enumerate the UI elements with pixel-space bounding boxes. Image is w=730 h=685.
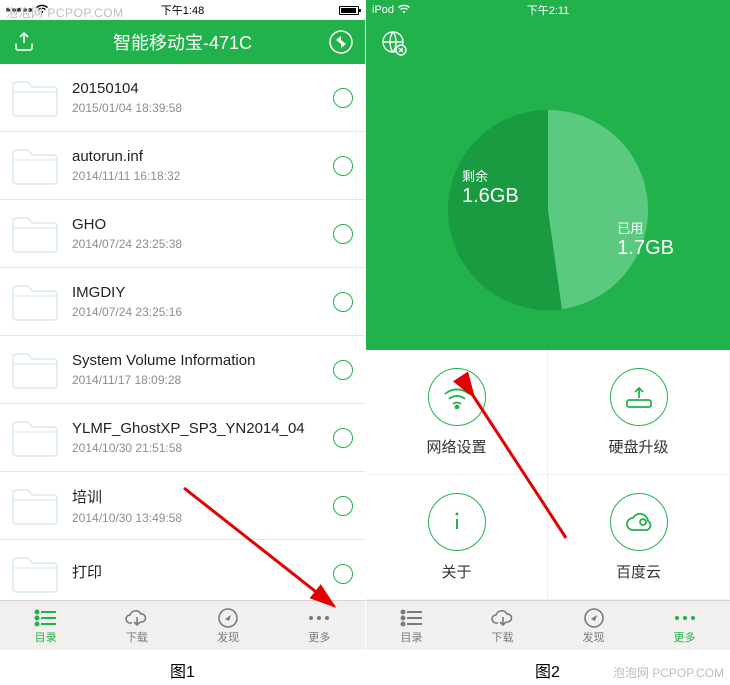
nav-bar: 智能移动宝-471C <box>0 20 365 64</box>
tab-bar: 目录 下载 发现 更多 <box>366 600 730 650</box>
watermark-bottom: 泡泡网 PCPOP.COM <box>613 664 724 681</box>
tab-label: 更多 <box>674 629 696 645</box>
free-space-label: 剩余 1.6GB <box>462 166 519 208</box>
screen-1: 下午1:48 智能移动宝-471C 20150104 2015/01/04 18… <box>0 0 365 650</box>
file-date: 2014/11/11 16:18:32 <box>72 169 333 183</box>
tab-label: 发现 <box>583 629 605 645</box>
annotation-arrow <box>184 488 354 633</box>
file-date: 2014/07/24 23:25:16 <box>72 305 333 319</box>
folder-icon <box>6 210 64 258</box>
tab-label: 下载 <box>126 629 148 645</box>
file-name: 20150104 <box>72 80 333 97</box>
select-radio[interactable] <box>333 156 353 176</box>
file-name: System Volume Information <box>72 352 333 369</box>
tab-更多[interactable]: 更多 <box>639 601 730 650</box>
tab-目录[interactable]: 目录 <box>0 601 91 650</box>
file-date: 2014/10/30 21:51:58 <box>72 441 333 455</box>
file-date: 2014/11/17 18:09:28 <box>72 373 333 387</box>
file-name: IMGDIY <box>72 284 333 301</box>
file-name: YLMF_GhostXP_SP3_YN2014_04 <box>72 420 333 437</box>
select-radio[interactable] <box>333 428 353 448</box>
folder-icon <box>6 278 64 326</box>
file-row[interactable]: System Volume Information 2014/11/17 18:… <box>0 336 365 404</box>
battery-icon <box>339 6 359 15</box>
watermark-top: 泡泡网 PCPOP.COM <box>6 4 124 21</box>
list-icon <box>34 607 58 629</box>
folder-icon <box>6 414 64 462</box>
folder-icon <box>6 142 64 190</box>
select-radio[interactable] <box>333 292 353 312</box>
folder-icon <box>6 74 64 122</box>
status-time: 下午2:11 <box>366 2 730 18</box>
tab-下载[interactable]: 下载 <box>91 601 182 650</box>
globe-x-icon[interactable] <box>380 29 408 62</box>
folder-icon <box>6 482 64 530</box>
cloud-down-icon <box>490 607 516 629</box>
tab-label: 目录 <box>401 629 423 645</box>
refresh-arrows-icon[interactable] <box>327 28 355 56</box>
tab-label: 目录 <box>35 629 57 645</box>
menu-label: 关于 <box>441 561 471 582</box>
cloud-down-icon <box>124 607 150 629</box>
caption-1: 图1 <box>0 650 365 682</box>
disk-up-icon <box>610 368 668 426</box>
tab-下载[interactable]: 下载 <box>457 601 548 650</box>
file-row[interactable]: autorun.inf 2014/11/11 16:18:32 <box>0 132 365 200</box>
nav-title: 智能移动宝-471C <box>113 29 252 55</box>
file-row[interactable]: YLMF_GhostXP_SP3_YN2014_04 2014/10/30 21… <box>0 404 365 472</box>
annotation-arrow <box>466 388 586 553</box>
dots-icon <box>673 607 697 629</box>
tab-发现[interactable]: 发现 <box>548 601 639 650</box>
folder-icon <box>6 550 64 598</box>
menu-label: 硬盘升级 <box>608 436 668 457</box>
select-radio[interactable] <box>333 224 353 244</box>
status-bar: iPod 下午2:11 <box>366 0 730 20</box>
used-space-label: 已用 1.7GB <box>617 218 674 260</box>
storage-panel: 剩余 1.6GB 已用 1.7GB <box>366 70 730 350</box>
file-name: autorun.inf <box>72 148 333 165</box>
screen-2: iPod 下午2:11 剩余 1.6GB <box>365 0 730 650</box>
file-date: 2014/07/24 23:25:38 <box>72 237 333 251</box>
folder-icon <box>6 346 64 394</box>
tab-label: 下载 <box>492 629 514 645</box>
compass-icon <box>583 607 605 629</box>
storage-pie-chart <box>448 110 648 310</box>
cloud-icon <box>610 493 668 551</box>
file-row[interactable]: 20150104 2015/01/04 18:39:58 <box>0 64 365 132</box>
select-radio[interactable] <box>333 360 353 380</box>
upload-icon[interactable] <box>10 28 38 56</box>
list-icon <box>400 607 424 629</box>
file-name: GHO <box>72 216 333 233</box>
tab-目录[interactable]: 目录 <box>366 601 457 650</box>
file-date: 2015/01/04 18:39:58 <box>72 101 333 115</box>
file-row[interactable]: GHO 2014/07/24 23:25:38 <box>0 200 365 268</box>
menu-label: 百度云 <box>616 561 661 582</box>
nav-bar <box>366 20 730 70</box>
file-row[interactable]: IMGDIY 2014/07/24 23:25:16 <box>0 268 365 336</box>
select-radio[interactable] <box>333 88 353 108</box>
